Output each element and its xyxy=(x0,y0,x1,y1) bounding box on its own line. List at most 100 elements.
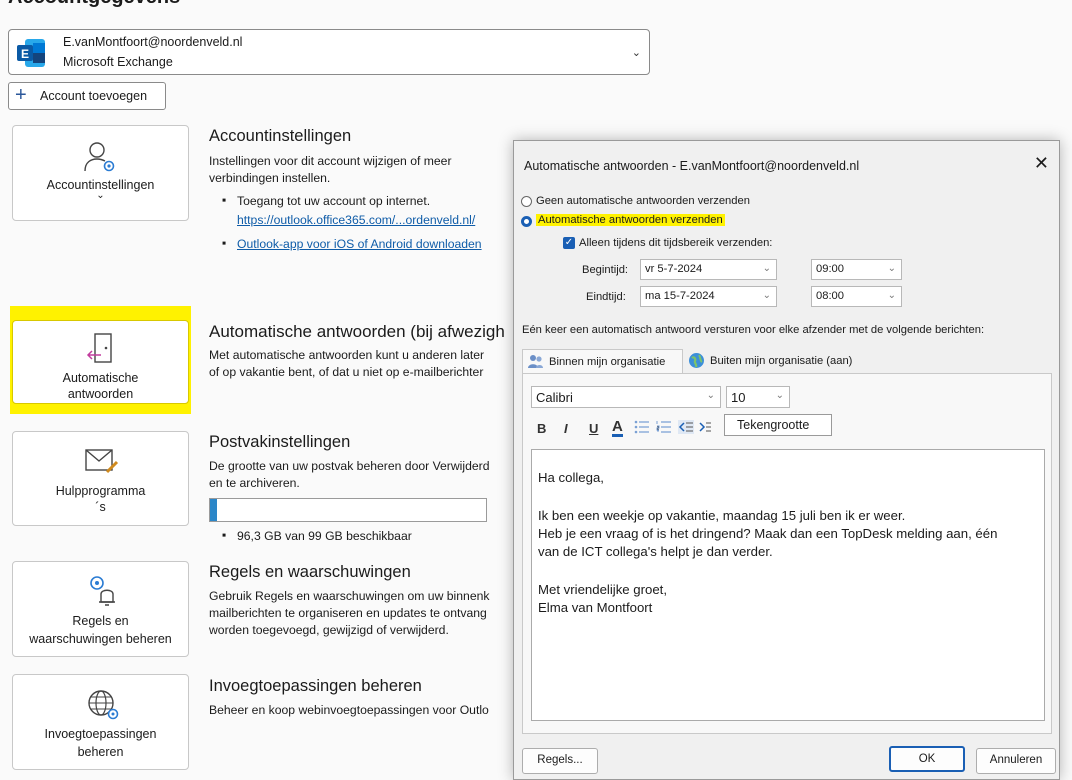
message-line: Ik ben een weekje op vakantie, maandag 1… xyxy=(538,508,906,523)
font-name-field[interactable]: Calibri ⌄ xyxy=(531,386,721,408)
radio-no-auto-replies[interactable] xyxy=(521,196,532,207)
chevron-down-icon[interactable]: ⌄ xyxy=(632,46,641,59)
mailbox-desc-1: De grootte van uw postvak beheren door V… xyxy=(209,459,490,473)
font-name-value: Calibri xyxy=(536,390,573,405)
decrease-indent-icon[interactable] xyxy=(678,420,694,434)
chevron-down-icon: ⌄ xyxy=(96,190,105,201)
account-settings-desc-1: Instellingen voor dit account wijzigen o… xyxy=(209,154,452,168)
rules-tile-label-1: Regels en xyxy=(72,614,129,628)
chevron-down-icon[interactable]: ⌄ xyxy=(707,390,715,401)
end-date-value: ma 15-7-2024 xyxy=(645,290,715,302)
exchange-logo-icon: E xyxy=(17,39,45,67)
font-size-field[interactable]: 10 ⌄ xyxy=(726,386,790,408)
tab-inside-organization[interactable]: Binnen mijn organisatie xyxy=(522,349,683,373)
increase-indent-icon[interactable] xyxy=(699,420,711,434)
chevron-down-icon[interactable]: ⌄ xyxy=(888,263,896,274)
tab-outside-organization[interactable]: Buiten mijn organisatie (aan) xyxy=(684,349,866,373)
time-range-checkbox[interactable]: ✓ xyxy=(563,237,575,249)
tools-tile[interactable]: Hulpprogramma ´s xyxy=(12,431,189,526)
tools-tile-label-1: Hulpprogramma xyxy=(55,484,146,498)
mailbox-usage-bar xyxy=(209,498,487,522)
tools-tile-label-2: ´s xyxy=(95,500,106,514)
auto-replies-tile[interactable]: Automatische antwoorden xyxy=(12,320,189,404)
tab-outside-label: Buiten mijn organisatie (aan) xyxy=(710,355,853,367)
bullet-list-icon[interactable] xyxy=(634,420,650,434)
start-time-field[interactable]: 09:00 ⌄ xyxy=(811,259,902,280)
addins-desc-1: Beheer en koop webinvoegtoepassingen voo… xyxy=(209,703,489,717)
underline-button[interactable]: U xyxy=(589,421,598,436)
globe-gear-icon xyxy=(88,690,119,720)
people-icon xyxy=(528,355,543,368)
mailbox-heading: Postvakinstellingen xyxy=(209,433,351,451)
mobile-app-link[interactable]: Outlook-app voor iOS of Android download… xyxy=(237,236,537,253)
message-line: Heb je een vraag of is het dringend? Maa… xyxy=(538,526,998,541)
start-time-value: 09:00 xyxy=(816,263,844,275)
owa-link[interactable]: https://outlook.office365.com/...ordenve… xyxy=(237,212,537,229)
web-access-text: Toegang tot uw account op internet. xyxy=(237,194,431,208)
message-editor[interactable]: Ha collega, Ik ben een weekje op vakantie… xyxy=(531,449,1045,721)
addins-tile-label-2: beheren xyxy=(77,745,124,759)
svg-text:E: E xyxy=(21,47,29,61)
message-line: Ha collega, xyxy=(538,470,604,485)
chevron-down-icon[interactable]: ⌄ xyxy=(776,390,784,401)
person-gear-icon xyxy=(84,142,115,172)
font-size-value: 10 xyxy=(731,390,746,405)
radio-send-auto-replies[interactable] xyxy=(521,216,532,227)
rules-desc-2: mailberichten te organiseren en updates … xyxy=(209,606,487,620)
rules-desc-3: worden toegevoegd, gewijzigd of verwijde… xyxy=(209,623,449,637)
cancel-button[interactable]: Annuleren xyxy=(976,748,1056,774)
addins-tile[interactable]: Invoegtoepassingen beheren xyxy=(12,674,189,770)
font-size-tooltip: Tekengrootte xyxy=(724,414,832,436)
end-date-field[interactable]: ma 15-7-2024 ⌄ xyxy=(640,286,777,307)
chevron-down-icon[interactable]: ⌄ xyxy=(888,290,896,301)
end-time-field[interactable]: 08:00 ⌄ xyxy=(811,286,902,307)
rules-tile-label-2: waarschuwingen beheren xyxy=(29,632,172,646)
account-email: E.vanMontfoort@noordenveld.nl xyxy=(63,35,243,49)
page-title: Accountgegevens xyxy=(8,0,180,9)
rules-tile[interactable]: Regels en waarschuwingen beheren xyxy=(12,561,189,657)
auto-replies-desc-1: Met automatische antwoorden kunt u ander… xyxy=(209,348,485,362)
end-time-value: 08:00 xyxy=(816,290,844,302)
ok-button[interactable]: OK xyxy=(889,746,965,772)
bullet-dot: ▪ xyxy=(222,193,227,207)
chevron-down-icon[interactable]: ⌄ xyxy=(763,263,771,274)
font-color-button[interactable]: A xyxy=(612,419,623,437)
rules-button-label: Regels... xyxy=(537,754,583,766)
account-settings-desc-2: verbindingen instellen. xyxy=(209,171,331,185)
start-date-value: vr 5-7-2024 xyxy=(645,263,703,275)
once-per-sender-text: Eén keer een automatisch antwoord verstu… xyxy=(522,324,985,336)
auto-replies-dialog: Automatische antwoorden - E.vanMontfoort… xyxy=(513,140,1060,780)
cancel-button-label: Annuleren xyxy=(989,754,1043,766)
account-type: Microsoft Exchange xyxy=(63,55,173,69)
start-date-field[interactable]: vr 5-7-2024 ⌄ xyxy=(640,259,777,280)
end-time-label: Eindtijd: xyxy=(586,291,626,303)
rules-button[interactable]: Regels... xyxy=(522,748,598,774)
bullet-dot: ▪ xyxy=(222,528,227,542)
close-icon[interactable]: ✕ xyxy=(1034,153,1049,174)
italic-button[interactable]: I xyxy=(564,421,568,436)
globe-icon xyxy=(689,353,704,368)
message-line: van de ICT collega's helpt je dan verder… xyxy=(538,544,773,559)
account-selector[interactable]: E E.vanMontfoort@noordenveld.nl Microsof… xyxy=(8,29,650,75)
gear-bell-icon xyxy=(90,576,115,606)
add-account-label: Account toevoegen xyxy=(40,89,148,103)
account-settings-tile[interactable]: Accountinstellingen ⌄ xyxy=(12,125,189,221)
numbered-list-icon[interactable] xyxy=(656,420,672,434)
chevron-down-icon[interactable]: ⌄ xyxy=(763,290,771,301)
envelope-brush-icon xyxy=(85,449,119,474)
auto-replies-tile-label-2: antwoorden xyxy=(67,387,134,401)
auto-replies-desc-2: of op vakantie bent, of dat u niet op e-… xyxy=(209,365,484,379)
bullet-dot: ▪ xyxy=(222,236,227,250)
plus-icon: + xyxy=(15,84,27,106)
addins-heading: Invoegtoepassingen beheren xyxy=(209,677,422,695)
message-line: Met vriendelijke groet, xyxy=(538,582,668,597)
message-line: Elma van Montfoort xyxy=(538,600,653,615)
auto-replies-heading: Automatische antwoorden (bij afwezigh xyxy=(209,322,505,341)
font-size-tooltip-text: Tekengrootte xyxy=(737,418,810,432)
radio-no-auto-replies-label: Geen automatische antwoorden verzenden xyxy=(536,195,750,207)
add-account-button[interactable]: + Account toevoegen xyxy=(8,82,166,110)
start-time-label: Begintijd: xyxy=(582,264,629,276)
bold-button[interactable]: B xyxy=(537,421,546,436)
auto-replies-tile-label-1: Automatische xyxy=(62,371,139,385)
door-arrow-icon xyxy=(86,333,112,363)
